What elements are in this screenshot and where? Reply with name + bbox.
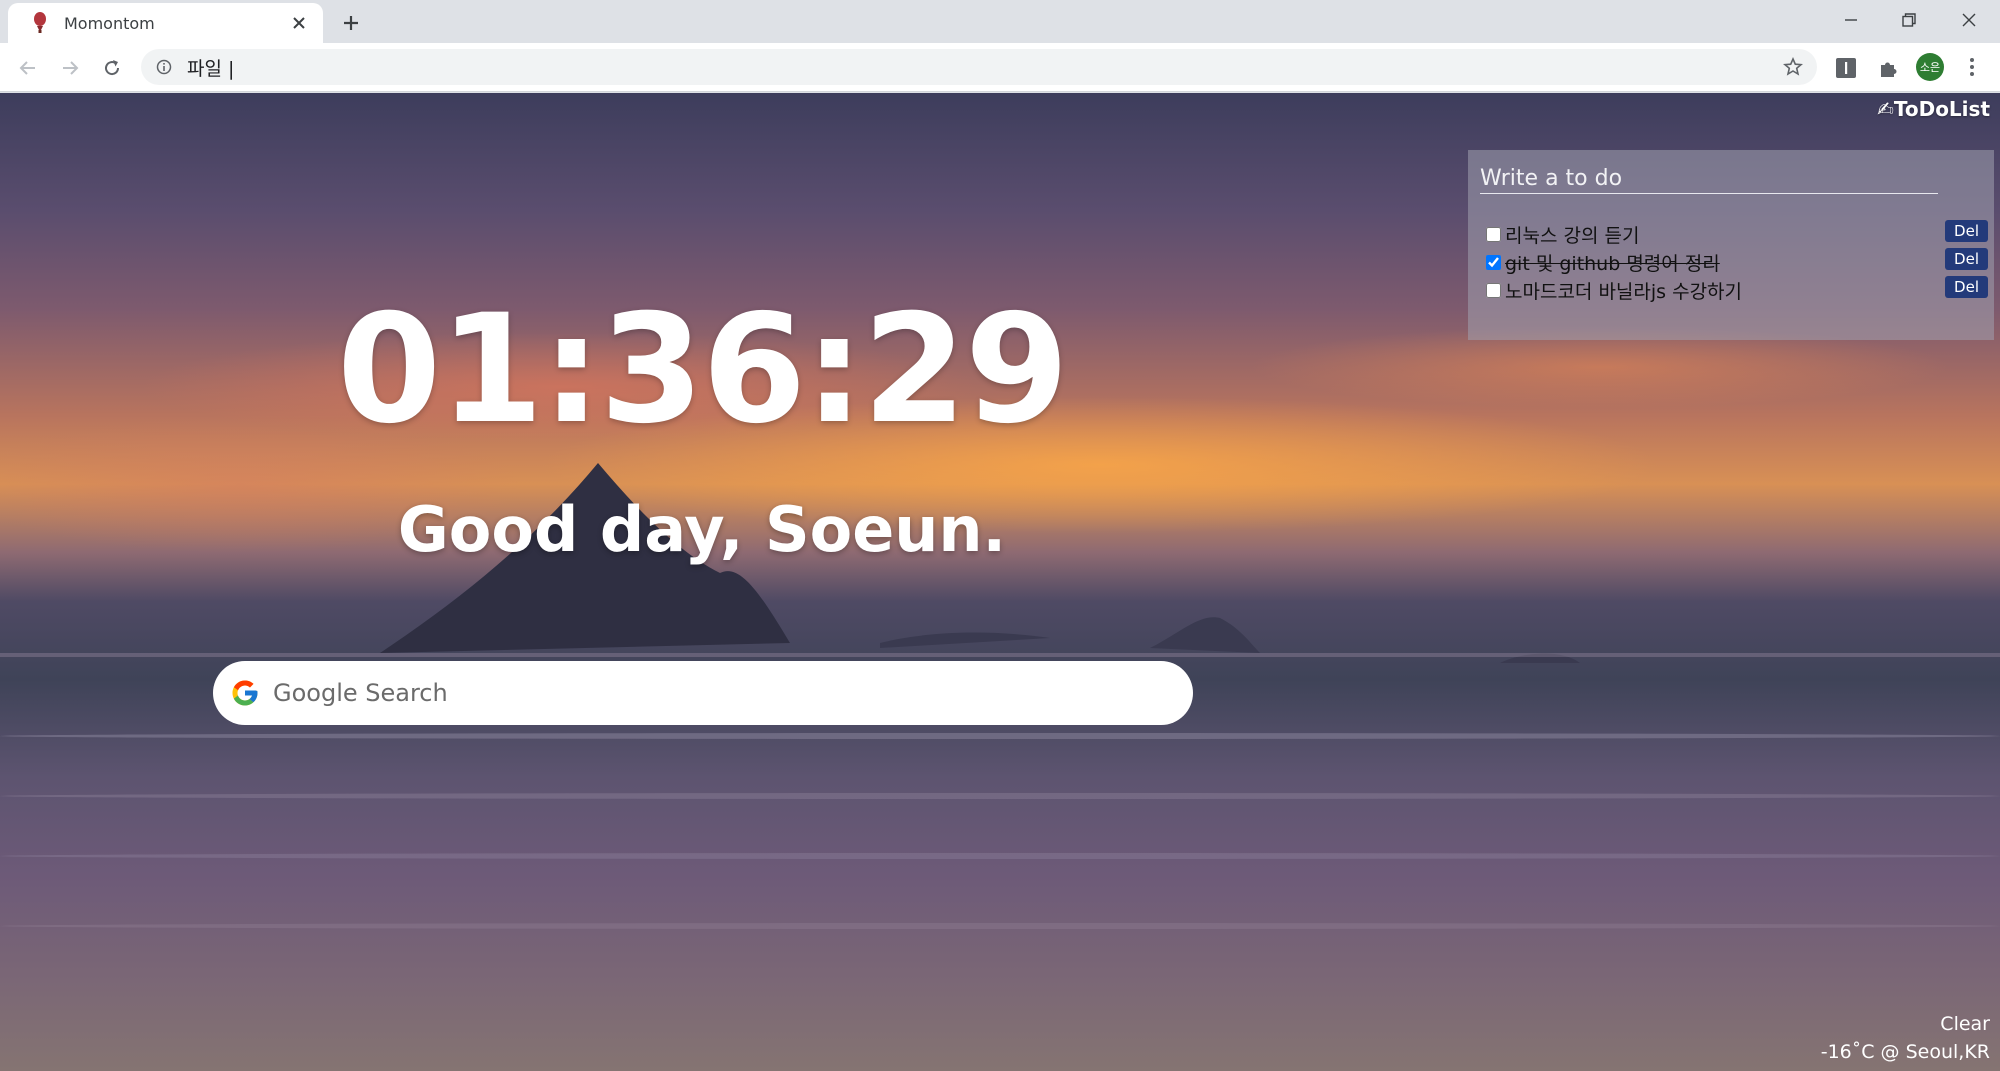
page-viewport: ✍ToDoList 리눅스 강의 듣기 Del git 및 github 명령어… bbox=[0, 93, 2000, 1071]
todolist-toggle[interactable]: ✍ToDoList bbox=[1877, 97, 1990, 121]
info-icon[interactable] bbox=[155, 58, 173, 76]
profile-avatar[interactable]: 소은 bbox=[1916, 53, 1944, 81]
wave-line bbox=[0, 923, 2000, 929]
forward-arrow-icon[interactable] bbox=[55, 53, 85, 83]
todo-panel: 리눅스 강의 듣기 Del git 및 github 명령어 정리 Del 노마… bbox=[1468, 150, 1994, 340]
todo-delete-button[interactable]: Del bbox=[1945, 220, 1988, 242]
todo-item: 리눅스 강의 듣기 Del bbox=[1486, 220, 1988, 248]
todo-item: 노마드코더 바닐라js 수강하기 Del bbox=[1486, 276, 1988, 304]
todo-delete-button[interactable]: Del bbox=[1945, 276, 1988, 298]
todo-delete-button[interactable]: Del bbox=[1945, 248, 1988, 270]
weather-temperature: -16˚C @ Seoul,KR bbox=[1820, 1041, 1990, 1063]
active-tab[interactable]: Momontom bbox=[8, 3, 323, 43]
browser-toolbar: 파일 | bbox=[0, 43, 2000, 92]
tab-title: Momontom bbox=[64, 13, 155, 33]
todo-list: 리눅스 강의 듣기 Del git 및 github 명령어 정리 Del 노마… bbox=[1486, 220, 1988, 304]
clock: 01:36:29 bbox=[336, 283, 1069, 457]
tab-close-icon[interactable] bbox=[287, 11, 311, 35]
extension-icon[interactable] bbox=[1833, 55, 1859, 81]
wave-line bbox=[0, 793, 2000, 799]
weather-condition: Clear bbox=[1940, 1013, 1990, 1035]
wave-line bbox=[0, 733, 2000, 739]
minimize-icon[interactable] bbox=[1822, 0, 1880, 40]
wave-line bbox=[0, 853, 2000, 859]
address-bar[interactable]: 파일 | bbox=[141, 49, 1817, 85]
kebab-menu-icon[interactable] bbox=[1958, 53, 1986, 81]
balloon-favicon-icon bbox=[30, 11, 50, 35]
restore-icon[interactable] bbox=[1880, 0, 1938, 40]
reload-icon[interactable] bbox=[97, 53, 127, 83]
close-window-icon[interactable] bbox=[1940, 0, 1998, 40]
todo-checkbox[interactable] bbox=[1486, 282, 1501, 298]
todo-checkbox[interactable] bbox=[1486, 254, 1501, 270]
new-tab-icon[interactable] bbox=[333, 8, 369, 38]
todo-checkbox[interactable] bbox=[1486, 226, 1501, 242]
back-arrow-icon[interactable] bbox=[13, 53, 43, 83]
tab-strip: Momontom bbox=[0, 0, 2000, 43]
greeting: Good day, Soeun. bbox=[397, 493, 1007, 566]
google-search-bar[interactable] bbox=[213, 661, 1193, 725]
puzzle-extensions-icon[interactable] bbox=[1875, 55, 1901, 81]
bookmark-star-icon[interactable] bbox=[1781, 55, 1805, 79]
todo-text: 리눅스 강의 듣기 bbox=[1505, 224, 1640, 247]
address-text: 파일 | bbox=[187, 57, 235, 80]
todo-text: 노마드코더 바닐라js 수강하기 bbox=[1505, 280, 1743, 303]
google-search-input[interactable] bbox=[273, 673, 1193, 713]
todo-input[interactable] bbox=[1480, 164, 1938, 194]
google-logo-icon bbox=[229, 677, 261, 709]
todo-item: git 및 github 명령어 정리 Del bbox=[1486, 248, 1988, 276]
todo-text: git 및 github 명령어 정리 bbox=[1505, 252, 1720, 275]
